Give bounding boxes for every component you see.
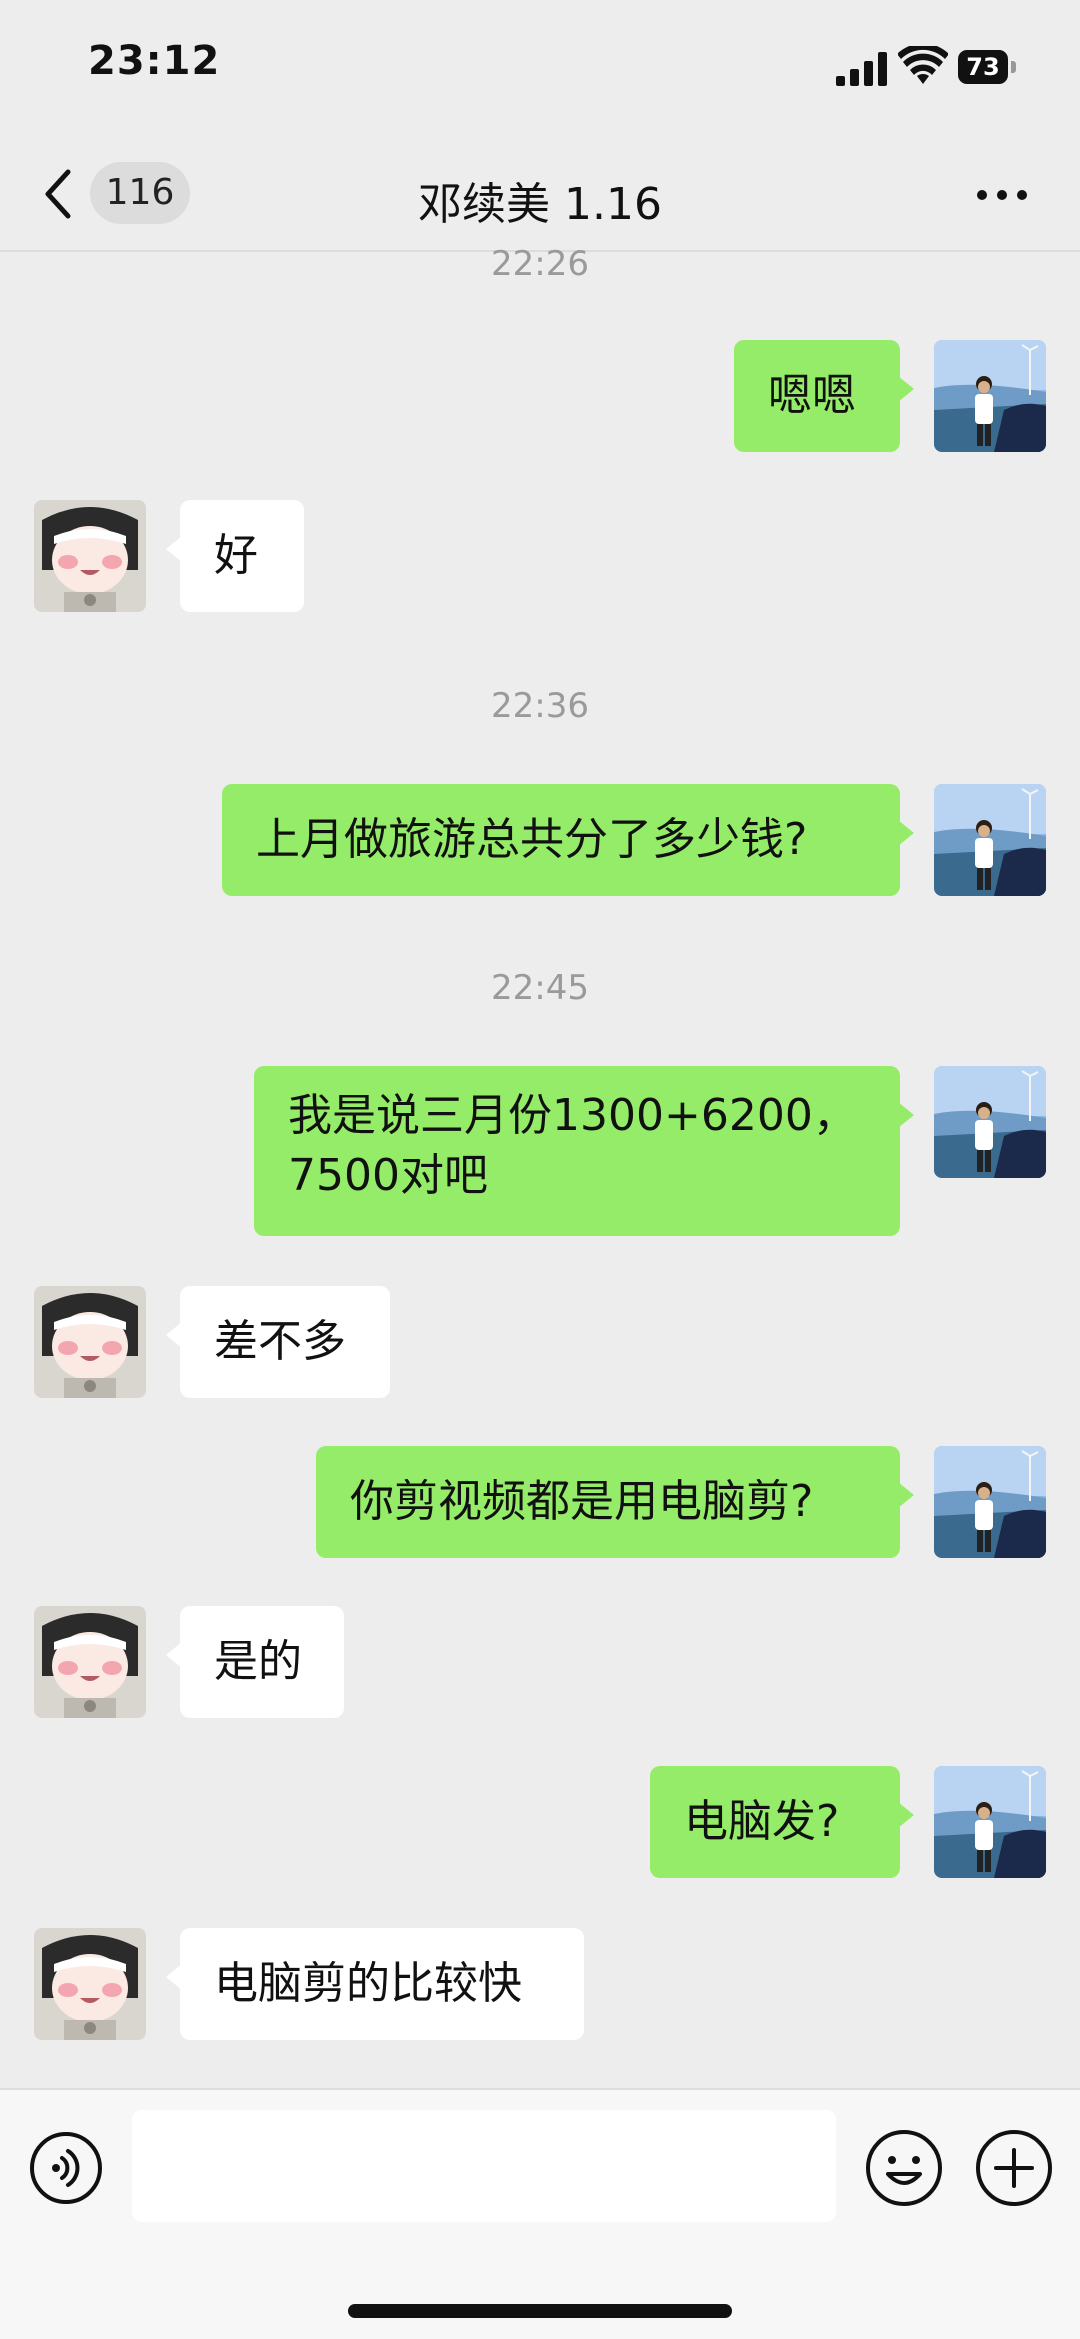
battery-level: 73: [958, 50, 1008, 84]
message-timestamp: 22:45: [491, 968, 589, 1008]
message-bubble-sent[interactable]: 上月做旅游总共分了多少钱?: [222, 784, 914, 896]
contact-avatar[interactable]: [34, 1928, 146, 2040]
contact-avatar[interactable]: [34, 1606, 146, 1718]
battery-icon: 73: [958, 50, 1020, 84]
plus-icon[interactable]: [974, 2128, 1054, 2208]
message-bubble-received[interactable]: 差不多: [166, 1286, 390, 1398]
voice-icon[interactable]: [28, 2130, 104, 2206]
message-bubble-sent[interactable]: 电脑发?: [650, 1766, 914, 1878]
my-avatar[interactable]: [934, 1446, 1046, 1558]
chat-input-bar: [0, 2088, 1080, 2339]
emoji-icon[interactable]: [864, 2128, 944, 2208]
my-avatar[interactable]: [934, 340, 1046, 452]
message-bubble-received[interactable]: 是的: [166, 1606, 344, 1718]
my-avatar[interactable]: [934, 1766, 1046, 1878]
message-timestamp: 22:26: [491, 244, 589, 284]
message-input[interactable]: [132, 2110, 836, 2222]
ellipsis-icon[interactable]: [974, 170, 1030, 220]
message-bubble-sent[interactable]: 你剪视频都是用电脑剪?: [316, 1446, 914, 1558]
contact-avatar[interactable]: [34, 1286, 146, 1398]
status-time: 23:12: [88, 38, 221, 84]
my-avatar[interactable]: [934, 1066, 1046, 1178]
message-timestamp: 22:36: [491, 686, 589, 726]
contact-avatar[interactable]: [34, 500, 146, 612]
message-bubble-sent[interactable]: 我是说三月份1300+6200， 7500对吧: [254, 1066, 914, 1236]
chat-header: 116 邓续美 1.16: [0, 140, 1080, 252]
message-line: 我是说三月份1300+6200，: [288, 1090, 857, 1141]
chat-title: 邓续美 1.16: [418, 179, 662, 230]
status-bar: 23:12 73: [0, 0, 1080, 140]
my-avatar[interactable]: [934, 784, 1046, 896]
message-line: 7500对吧: [288, 1150, 488, 1201]
home-indicator[interactable]: [348, 2304, 732, 2318]
message-bubble-received[interactable]: 好: [166, 500, 304, 612]
cellular-signal-icon: [836, 52, 887, 86]
message-bubble-sent[interactable]: 嗯嗯: [734, 340, 914, 452]
wifi-icon: [898, 46, 948, 84]
message-bubble-received[interactable]: 电脑剪的比较快: [166, 1928, 584, 2040]
